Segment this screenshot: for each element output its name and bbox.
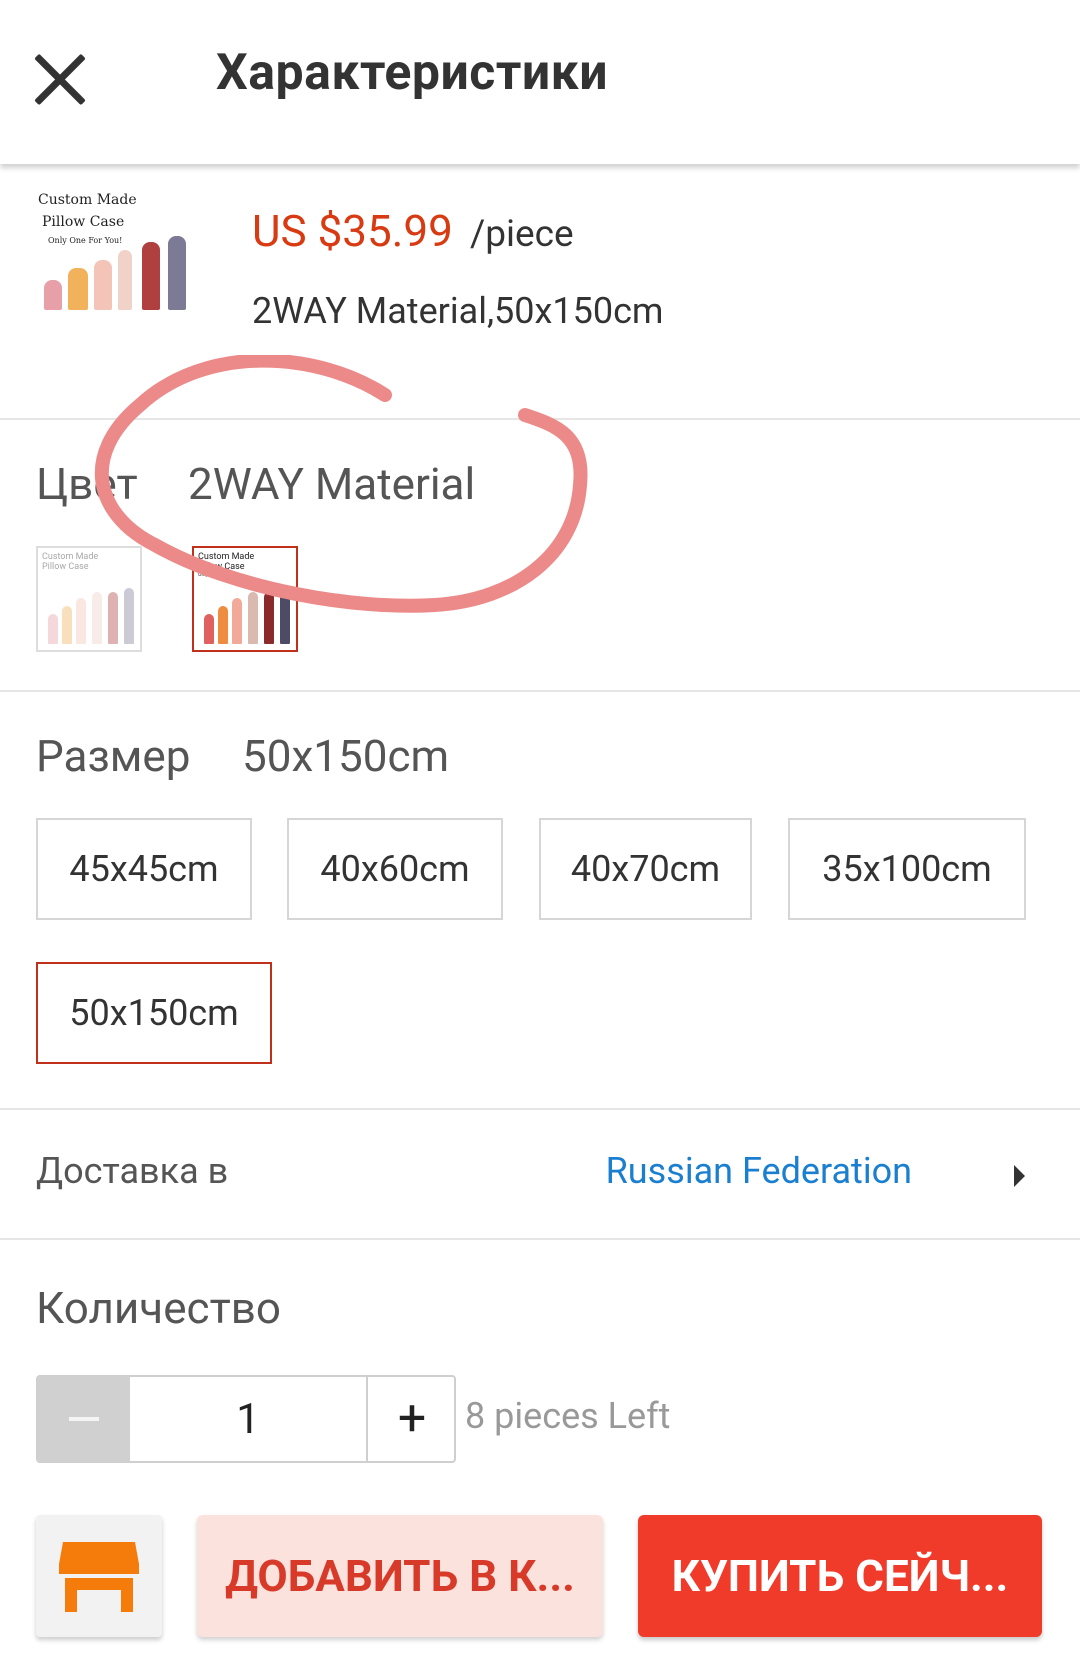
swatch-line: Pillow Case	[198, 562, 245, 572]
shipping-label: Доставка в	[36, 1150, 229, 1192]
buy-now-button[interactable]: КУПИТЬ СЕЙЧ...	[638, 1515, 1042, 1637]
size-label: Размер	[36, 730, 191, 782]
divider	[0, 1108, 1080, 1110]
minus-icon	[69, 1417, 99, 1421]
add-to-cart-button[interactable]: ДОБАВИТЬ В К...	[197, 1515, 603, 1637]
selected-variant: 2WAY Material,50x150cm	[252, 290, 664, 332]
size-option-35x100[interactable]: 35x100cm	[788, 818, 1026, 920]
color-swatch-1[interactable]: Custom Made Pillow Case	[36, 546, 142, 652]
page-title: Характеристики	[216, 44, 609, 102]
size-option-45x45[interactable]: 45x45cm	[36, 818, 252, 920]
divider	[0, 690, 1080, 692]
price-unit: /piece	[470, 213, 574, 256]
product-thumbnail: Custom Made Pillow Case Only One For You…	[36, 190, 206, 320]
thumbnail-line: Pillow Case	[42, 214, 125, 230]
quantity-label: Количество	[36, 1282, 281, 1334]
color-selected-value: 2WAY Material	[188, 458, 476, 510]
quantity-stepper: 1 +	[36, 1375, 456, 1463]
stock-remaining: 8 pieces Left	[465, 1395, 671, 1437]
color-swatch-2-selected[interactable]: Custom Made Pillow Case Only One For You…	[192, 546, 298, 652]
size-option-40x60[interactable]: 40x60cm	[287, 818, 503, 920]
swatch-image: Custom Made Pillow Case	[42, 552, 136, 646]
thumbnail-line: Custom Made	[38, 192, 137, 208]
shipping-country-link[interactable]: Russian Federation	[606, 1150, 912, 1192]
size-option-50x150-selected[interactable]: 50x150cm	[36, 962, 272, 1064]
quantity-decrement-button[interactable]	[38, 1377, 130, 1461]
divider	[0, 1238, 1080, 1240]
size-option-40x70[interactable]: 40x70cm	[539, 818, 752, 920]
swatch-line: Custom Made	[198, 552, 255, 562]
swatch-line: Only One For You!	[198, 572, 238, 578]
color-label: Цвет	[36, 458, 138, 510]
swatch-line: Custom Made	[42, 552, 99, 562]
thumbnail-line: Only One For You!	[48, 236, 123, 245]
divider	[0, 418, 1080, 420]
swatch-line: Pillow Case	[42, 562, 89, 572]
top-bar: Характеристики	[0, 0, 1080, 164]
close-icon[interactable]	[30, 50, 90, 110]
chevron-right-icon[interactable]	[1014, 1165, 1025, 1187]
store-button[interactable]	[36, 1515, 162, 1637]
quantity-input[interactable]: 1	[130, 1377, 368, 1461]
store-icon	[59, 1542, 139, 1612]
quantity-increment-button[interactable]: +	[368, 1377, 454, 1461]
swatch-image: Custom Made Pillow Case Only One For You…	[198, 552, 292, 646]
size-selected-value: 50x150cm	[242, 730, 450, 782]
product-price: US $35.99	[252, 205, 453, 257]
